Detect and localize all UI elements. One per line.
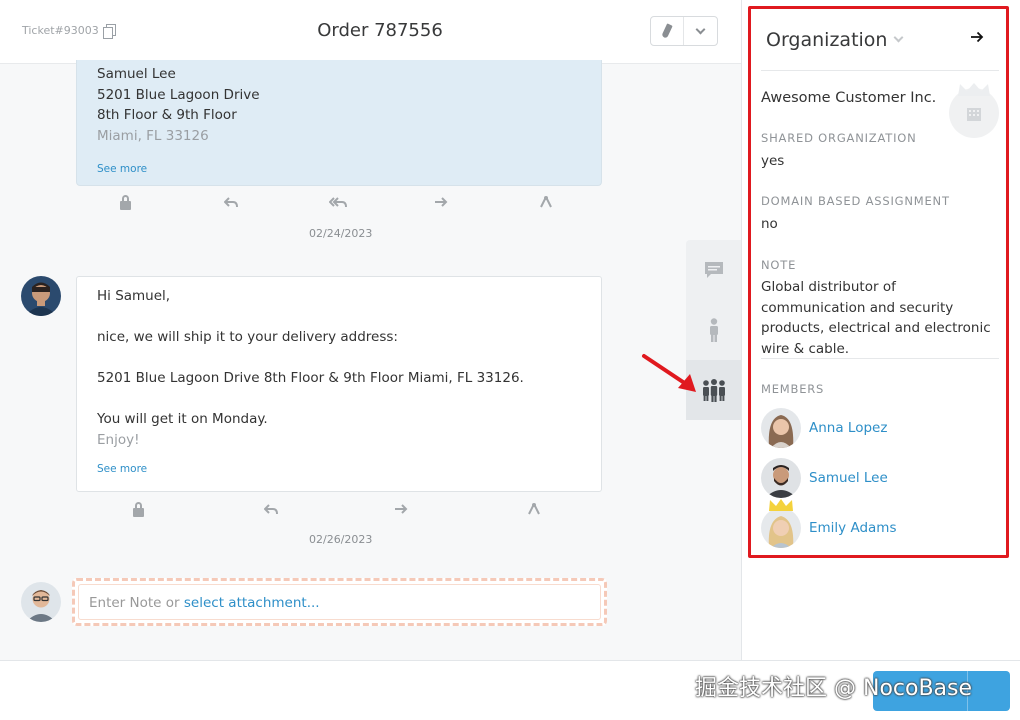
article-actions <box>76 195 602 215</box>
note-placeholder: Enter Note or <box>89 595 184 611</box>
divider <box>761 358 999 359</box>
member-item[interactable]: Samuel Lee <box>761 458 888 498</box>
page-title: Order 787556 <box>317 20 443 41</box>
split-icon[interactable] <box>538 195 554 209</box>
lock-icon[interactable] <box>120 195 131 210</box>
reply-all-icon[interactable] <box>329 195 347 209</box>
avatar <box>761 458 801 498</box>
avatar <box>761 408 801 448</box>
chevron-down-icon <box>695 24 706 34</box>
see-more-link[interactable]: See more <box>97 159 581 180</box>
more-actions-button[interactable] <box>684 17 717 45</box>
organization-name: Awesome Customer Inc. <box>761 90 937 106</box>
select-attachment-link[interactable]: select attachment... <box>184 595 320 611</box>
agent-avatar[interactable] <box>21 276 61 316</box>
vip-crown-icon <box>769 499 793 511</box>
pen-icon <box>661 23 673 39</box>
group-icon <box>702 379 725 402</box>
vip-crown-icon <box>958 83 990 96</box>
building-icon <box>967 108 981 121</box>
reply-icon[interactable] <box>224 195 238 209</box>
note-compose-box[interactable]: Enter Note or select attachment... <box>72 578 607 626</box>
avatar <box>761 508 801 548</box>
members-label: MEMBERS <box>761 382 825 396</box>
article-message: Hi Samuel, nice, we will ship it to your… <box>76 276 602 492</box>
article-date: 02/24/2023 <box>309 227 373 240</box>
field-value: yes <box>761 153 785 169</box>
article-line: Hi Samuel, <box>97 288 171 304</box>
divider <box>761 70 999 71</box>
annotation-arrow <box>642 354 696 392</box>
note-input[interactable]: Enter Note or select attachment... <box>78 584 601 620</box>
split-icon[interactable] <box>526 502 542 516</box>
field-value: Global distributor of communication and … <box>761 279 991 357</box>
member-name[interactable]: Anna Lopez <box>809 420 887 436</box>
person-icon <box>709 318 718 342</box>
article-line <box>97 307 581 328</box>
article-line <box>97 348 581 369</box>
article-line: You will get it on Monday. <box>97 411 268 427</box>
field-label: NOTE <box>761 258 797 272</box>
tab-customer[interactable] <box>686 300 741 360</box>
arrow-right-icon[interactable] <box>970 30 984 44</box>
member-item[interactable]: Anna Lopez <box>761 408 887 448</box>
article-line: 5201 Blue Lagoon Drive <box>97 86 260 103</box>
article-internal-note: Samuel Lee 5201 Blue Lagoon Drive 8th Fl… <box>76 60 602 186</box>
article-line-faded: Enjoy! <box>97 431 140 448</box>
member-item[interactable]: Emily Adams <box>761 508 897 548</box>
ticket-header: Ticket#93003 Order 787556 <box>0 0 741 64</box>
chat-bubble-icon <box>704 262 723 278</box>
lock-icon[interactable] <box>133 502 144 517</box>
current-user-avatar[interactable] <box>21 582 61 622</box>
chevron-down-icon <box>894 32 904 43</box>
see-more-link[interactable]: See more <box>97 459 581 480</box>
field-label: SHARED ORGANIZATION <box>761 131 917 145</box>
member-name[interactable]: Samuel Lee <box>809 470 888 486</box>
article-line-faded: Miami, FL 33126 <box>97 127 209 144</box>
ticket-edit-actions <box>650 16 718 46</box>
sidebar-title: Organization <box>766 29 888 51</box>
article-date: 02/26/2023 <box>309 533 373 546</box>
watermark: 掘金技术社区 @ NocoBase <box>695 676 973 701</box>
sidebar-title-dropdown[interactable]: Organization <box>766 29 904 51</box>
edit-button[interactable] <box>651 17 684 45</box>
forward-icon[interactable] <box>434 195 448 209</box>
tab-ticket[interactable] <box>686 240 741 300</box>
article-line: Samuel Lee <box>97 66 176 82</box>
forward-icon[interactable] <box>394 502 408 516</box>
reply-icon[interactable] <box>264 502 278 516</box>
article-line: nice, we will ship it to your delivery a… <box>97 329 398 345</box>
field-value: no <box>761 216 778 232</box>
article-line: 5201 Blue Lagoon Drive 8th Floor & 9th F… <box>97 370 524 386</box>
article-actions <box>76 502 602 522</box>
ticket-main: Ticket#93003 Order 787556 Samuel Lee 520… <box>0 0 741 660</box>
article-line: 8th Floor & 9th Floor <box>97 107 237 123</box>
field-label: DOMAIN BASED ASSIGNMENT <box>761 194 950 208</box>
article-line <box>97 389 581 410</box>
member-name[interactable]: Emily Adams <box>809 520 897 536</box>
